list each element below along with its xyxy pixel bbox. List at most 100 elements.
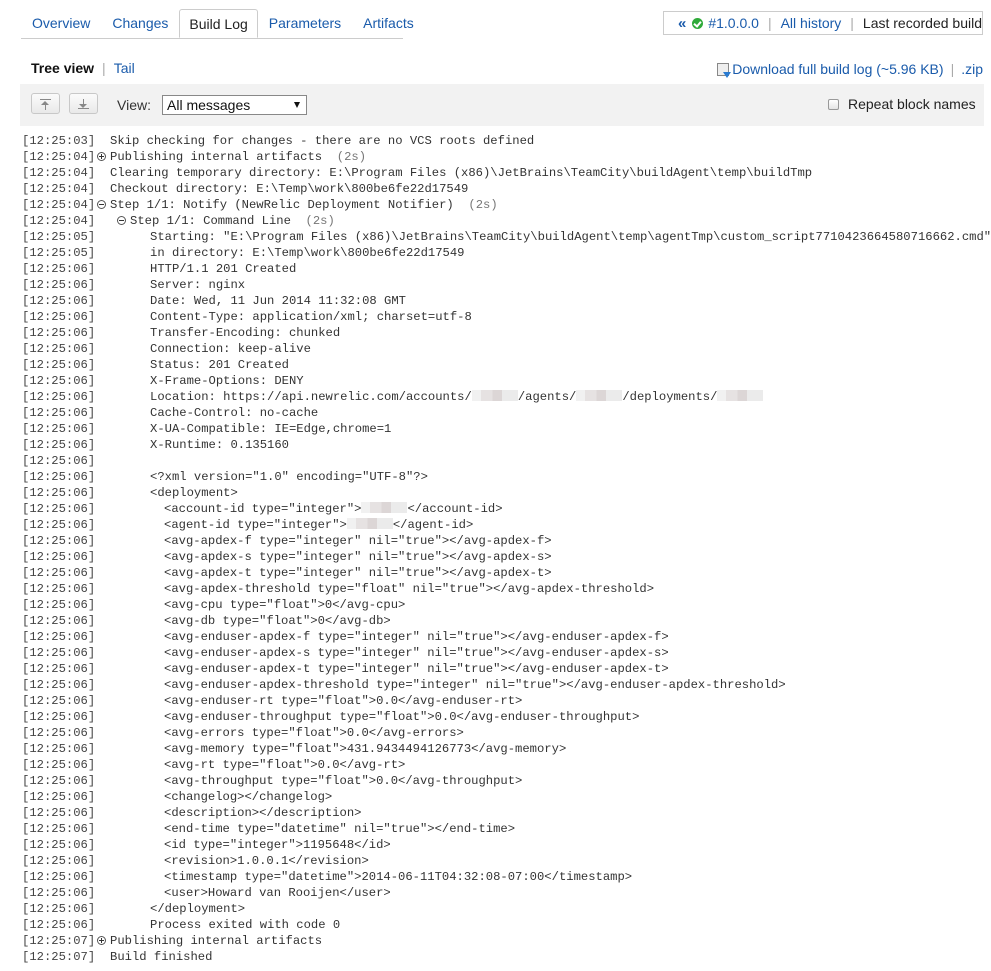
log-message: <avg-enduser-apdex-s type="integer" nil=… [164,645,669,661]
log-timestamp: [12:25:06] [22,790,96,804]
log-line: [12:25:06] Transfer-Encoding: chunked [22,325,340,341]
log-text: HTTP/1.1 201 Created [150,262,297,276]
redacted-value [346,518,393,529]
log-timestamp: [12:25:06] [22,550,96,564]
scroll-to-bottom-button[interactable] [69,93,98,114]
log-text: <?xml version="1.0" encoding="UTF-8"?> [150,470,428,484]
log-timestamp: [12:25:06] [22,502,96,516]
log-line: [12:25:06] Connection: keep-alive [22,341,311,357]
log-line: [12:25:06] <changelog></changelog> [22,789,332,805]
log-line: [12:25:06] <timestamp type="datetime">201… [22,869,632,885]
log-message: <avg-enduser-apdex-t type="integer" nil=… [164,661,669,677]
log-line: [12:25:03] Skip checking for changes - th… [22,133,534,149]
expand-icon[interactable] [97,152,106,161]
log-timestamp: [12:25:06] [22,870,96,884]
log-text: Location: https://api.newrelic.com/accou… [150,390,472,404]
tab-build-log[interactable]: Build Log [179,9,258,38]
tab-artifacts[interactable]: Artifacts [352,9,425,37]
log-text: <avg-apdex-f type="integer" nil="true"><… [164,534,552,548]
log-timestamp: [12:25:04] [22,214,96,228]
log-text: </deployment> [150,902,246,916]
log-text: Connection: keep-alive [150,342,311,356]
tail-link[interactable]: Tail [114,60,135,76]
log-text: Skip checking for changes - there are no… [110,134,535,148]
log-message: Step 1/1: Notify (NewRelic Deployment No… [110,197,498,213]
log-text: <changelog></changelog> [164,790,333,804]
log-timestamp: [12:25:06] [22,358,96,372]
log-message: <avg-enduser-apdex-threshold type="integ… [164,677,786,693]
log-timestamp: [12:25:06] [22,886,96,900]
collapse-icon[interactable] [97,200,106,209]
log-message: Status: 201 Created [150,357,289,373]
log-message: <avg-apdex-f type="integer" nil="true"><… [164,533,552,549]
last-recorded-build: Last recorded build [862,15,982,31]
log-line: [12:25:06] X-Runtime: 0.135160 [22,437,289,453]
log-timestamp: [12:25:04] [22,166,96,180]
log-message: Content-Type: application/xml; charset=u… [150,309,472,325]
log-message: <avg-rt type="float">0.0</avg-rt> [164,757,405,773]
build-number-link[interactable]: #1.0.0.0 [708,15,759,31]
log-message: <changelog></changelog> [164,789,332,805]
log-message: Location: https://api.newrelic.com/accou… [150,389,764,405]
log-text: Server: nginx [150,278,246,292]
tab-changes[interactable]: Changes [101,9,179,37]
log-timestamp: [12:25:06] [22,262,96,276]
view-filter-select[interactable]: All messages [162,95,307,115]
log-line: [12:25:06] <avg-apdex-s type="integer" ni… [22,549,552,565]
log-text: Checkout directory: E:\Temp\work\800be6f… [110,182,469,196]
log-timestamp: [12:25:06] [22,854,96,868]
scroll-to-top-button[interactable] [31,93,60,114]
log-line: [12:25:06] <revision>1.0.0.1</revision> [22,853,369,869]
tab-overview[interactable]: Overview [21,9,101,37]
log-timestamp: [12:25:03] [22,134,96,148]
previous-build-icon[interactable]: « [678,15,686,32]
log-text: X-Runtime: 0.135160 [150,438,289,452]
log-message: <description></description> [164,805,361,821]
log-line: [12:25:06] Status: 201 Created [22,357,289,373]
collapse-icon[interactable] [117,216,126,225]
repeat-block-names-label: Repeat block names [848,96,976,112]
download-full-log-link[interactable]: Download full build log (~5.96 KB) [732,61,943,77]
expand-icon[interactable] [97,936,106,945]
log-line: [12:25:06] <avg-db type="float">0</avg-db… [22,613,391,629]
redacted-value [576,390,623,401]
view-filter-value: All messages [167,97,251,113]
log-timestamp: [12:25:06] [22,470,96,484]
repeat-block-names-checkbox[interactable] [828,98,839,110]
log-message: Clearing temporary directory: E:\Program… [110,165,812,181]
log-timestamp: [12:25:06] [22,822,96,836]
log-message: Connection: keep-alive [150,341,311,357]
log-text: <id type="integer">1195648</id> [164,838,391,852]
log-line: [12:25:06] Process exited with code 0 [22,917,340,933]
all-history-link[interactable]: All history [781,15,842,31]
log-line: [12:25:06] [22,453,108,469]
redacted-value [471,390,518,401]
log-duration: (2s) [305,214,335,228]
log-message: <avg-throughput type="float">0.0</avg-th… [164,773,522,789]
log-message: <avg-apdex-threshold type="float" nil="t… [164,581,654,597]
log-message: Step 1/1: Command Line (2s) [130,213,335,229]
log-timestamp: [12:25:06] [22,726,96,740]
download-zip-link[interactable]: .zip [961,61,983,77]
log-timestamp: [12:25:04] [22,182,96,196]
log-text: </account-id> [407,502,503,516]
log-text: Transfer-Encoding: chunked [150,326,341,340]
log-line: [12:25:06] <avg-enduser-throughput type="… [22,709,639,725]
log-text: <avg-enduser-throughput type="float">0.0… [164,710,640,724]
separator: | [850,15,854,31]
repeat-block-names-option[interactable]: Repeat block names [828,96,976,112]
log-text: Step 1/1: Command Line [130,214,291,228]
log-line: [12:25:06] <avg-enduser-apdex-f type="int… [22,629,669,645]
chevron-down-icon [294,102,300,108]
log-timestamp: [12:25:06] [22,406,96,420]
log-line: [12:25:06] <?xml version="1.0" encoding="… [22,469,428,485]
tab-parameters[interactable]: Parameters [258,9,352,37]
build-tabs: Overview Changes Build Log Parameters Ar… [21,9,414,39]
log-message: Publishing internal artifacts (2s) [110,149,366,165]
log-line: [12:25:06] Cache-Control: no-cache [22,405,318,421]
log-toolbar: View: All messages Repeat block names [20,84,984,126]
log-message: Skip checking for changes - there are no… [110,133,534,149]
download-icon[interactable] [717,62,732,78]
log-timestamp: [12:25:06] [22,390,96,404]
log-text: <avg-cpu type="float">0</avg-cpu> [164,598,406,612]
